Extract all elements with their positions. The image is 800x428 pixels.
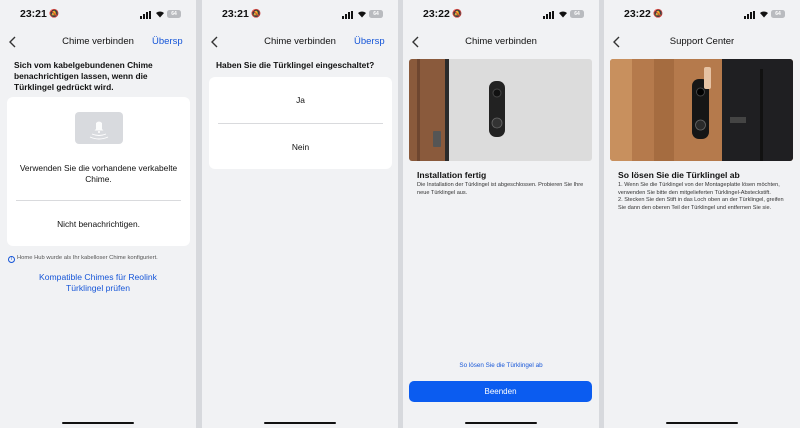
signal-icon xyxy=(543,11,555,19)
wifi-icon xyxy=(358,11,366,18)
status-bar: 23:21 🔕 64 xyxy=(202,8,398,22)
support-step-1: 1. Wenn Sie die Türklingel von der Monta… xyxy=(618,182,780,196)
page-title: Chime verbinden xyxy=(465,36,537,47)
finish-button[interactable]: Beenden xyxy=(409,381,592,402)
chime-options-card: Verwenden Sie die vorhandene verkabelte … xyxy=(7,97,190,246)
bell-mute-icon: 🔕 xyxy=(653,9,663,18)
battery-icon: 64 xyxy=(369,10,383,18)
nav-bar: Chime verbinden Übersp xyxy=(202,34,398,50)
bell-mute-icon: 🔕 xyxy=(452,9,462,18)
bell-mute-icon: 🔕 xyxy=(251,9,261,18)
installation-text: Die Installation der Türklingel ist abge… xyxy=(417,182,584,196)
nav-bar: Chime verbinden Übersp xyxy=(0,34,196,50)
info-note: i Home Hub wurde als Ihr kabelloser Chime… xyxy=(8,255,194,263)
power-question: Haben Sie die Türklingel eingeschaltet? xyxy=(216,60,375,70)
status-time: 23:22 xyxy=(624,8,651,20)
answer-card: Ja Nein xyxy=(209,77,392,169)
battery-icon: 64 xyxy=(570,10,584,18)
phone-screen-support-center: 23:22 🔕 64 Support Center So lösen Sie d… xyxy=(604,0,800,428)
compatible-chimes-link[interactable]: Kompatible Chimes für Reolink Türklingel… xyxy=(0,272,196,294)
home-indicator xyxy=(666,421,738,424)
divider xyxy=(218,123,383,124)
skip-button[interactable]: Übersp xyxy=(354,36,398,47)
phone-screen-chime-options: 23:21 🔕 64 Chime verbinden Übersp Sich v… xyxy=(0,0,196,428)
status-time: 23:21 xyxy=(222,8,249,20)
skip-button[interactable]: Übersp xyxy=(152,36,196,47)
answer-no-button[interactable]: Nein xyxy=(209,142,392,153)
answer-yes-button[interactable]: Ja xyxy=(209,95,392,106)
doorbell-removal-photo xyxy=(610,59,793,161)
support-steps: 1. Wenn Sie die Türklingel von der Monta… xyxy=(618,182,790,212)
option-existing-chime[interactable]: Verwenden Sie die vorhandene verkabelte … xyxy=(7,163,190,185)
doorbell-installed-photo xyxy=(409,59,592,161)
support-heading: So lösen Sie die Türklingel ab xyxy=(618,170,740,180)
status-bar: 23:22 🔕 64 xyxy=(604,8,800,22)
battery-icon: 64 xyxy=(167,10,181,18)
phone-screen-power-question: 23:21 🔕 64 Chime verbinden Übersp Haben … xyxy=(202,0,398,428)
compatible-chimes-link-text[interactable]: Kompatible Chimes für Reolink Türklingel… xyxy=(28,272,168,294)
detach-help-link[interactable]: So lösen Sie die Türklingel ab xyxy=(403,362,599,369)
home-indicator xyxy=(264,421,336,424)
intro-text: Sich vom kabelgebundenen Chime benachric… xyxy=(14,60,153,92)
home-indicator xyxy=(62,421,134,424)
page-title: Support Center xyxy=(669,36,735,47)
nav-bar: Support Center xyxy=(604,34,800,50)
wifi-icon xyxy=(559,11,567,18)
signal-icon xyxy=(342,11,354,19)
status-bar: 23:22 🔕 64 xyxy=(403,8,599,22)
bell-mute-icon: 🔕 xyxy=(49,9,59,18)
battery-icon: 64 xyxy=(771,10,785,18)
status-bar: 23:21 🔕 64 xyxy=(0,8,196,22)
chime-speaker-icon xyxy=(75,112,123,144)
signal-icon xyxy=(140,11,152,19)
status-time: 23:21 xyxy=(20,8,47,20)
wifi-icon xyxy=(760,11,768,18)
status-time: 23:22 xyxy=(423,8,450,20)
divider xyxy=(16,200,181,201)
support-step-2: 2. Stecken Sie den Stift in das Loch obe… xyxy=(618,197,784,211)
option-no-notify[interactable]: Nicht benachrichtigen. xyxy=(7,219,190,230)
info-note-text: Home Hub wurde als Ihr kabelloser Chime … xyxy=(17,255,158,261)
info-icon: i xyxy=(8,256,15,263)
nav-bar: Chime verbinden xyxy=(403,34,599,50)
wifi-icon xyxy=(156,11,164,18)
signal-icon xyxy=(744,11,756,19)
phone-screen-installation-done: 23:22 🔕 64 Chime verbinden Installation … xyxy=(403,0,599,428)
home-indicator xyxy=(465,421,537,424)
installation-heading: Installation fertig xyxy=(417,170,487,180)
